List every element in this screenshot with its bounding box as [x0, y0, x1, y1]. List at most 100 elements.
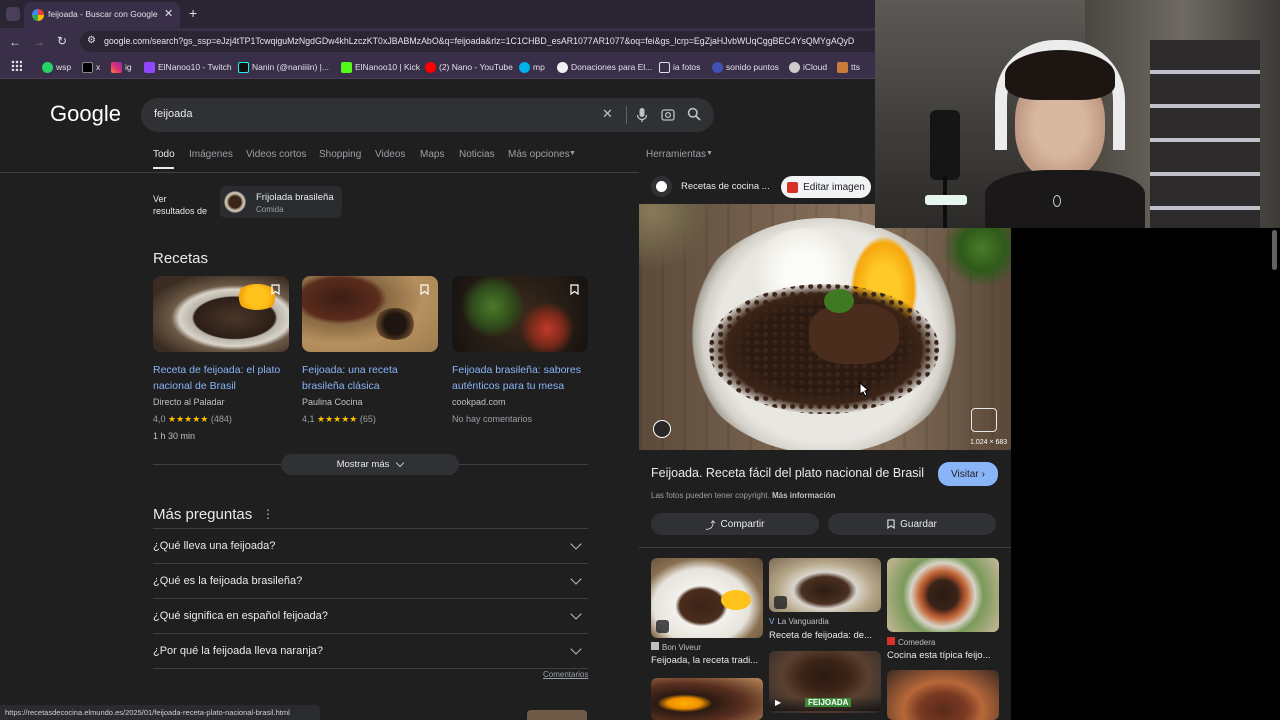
bookmark-label: iCloud	[803, 62, 828, 72]
related-image[interactable]	[651, 558, 763, 638]
active-tab[interactable]: feijoada - Buscar con Google ✕	[24, 2, 180, 28]
bookmark-sonido[interactable]: sonido puntos	[712, 58, 779, 76]
tab-videos-cortos[interactable]: Videos cortos	[246, 149, 306, 160]
main-image[interactable]: 1.024 × 683	[639, 204, 1011, 450]
recipe-time: 1 h 30 min	[153, 431, 196, 441]
related-source: Bon Viveur	[651, 642, 701, 652]
related-title[interactable]: Feijoada, la receta tradi...	[651, 655, 758, 666]
bookmark-youtube[interactable]: (2) Nano - YouTube	[425, 58, 513, 76]
microphone-icon[interactable]	[636, 107, 648, 123]
question-row[interactable]: ¿Qué es la feijoada brasileña?	[153, 564, 588, 599]
save-button[interactable]: Guardar	[828, 513, 996, 535]
tab-close-icon[interactable]: ✕	[164, 7, 173, 20]
bookmark-x[interactable]: x	[82, 58, 100, 76]
related-image[interactable]: ▶ FEIJOADA	[769, 651, 881, 713]
tab-list-button[interactable]	[6, 7, 20, 21]
tab-todo[interactable]: Todo	[153, 149, 175, 160]
search-icon[interactable]	[687, 107, 701, 121]
recipe-badge-icon	[656, 620, 669, 633]
recipe-title[interactable]: Feijoada: una receta brasileña clásica	[302, 362, 438, 394]
herbs-left	[639, 204, 709, 274]
bookmark-donaciones[interactable]: Donaciones para El...	[557, 58, 652, 76]
paa-heading: Más preguntas	[153, 506, 253, 523]
source-icon: V	[769, 617, 775, 626]
apps-grid-icon[interactable]	[11, 60, 22, 71]
question-row[interactable]: ¿Qué significa en español feijoada?	[153, 599, 588, 634]
edit-image-button[interactable]: Editar imagen	[781, 176, 871, 198]
partial-result-image	[527, 710, 587, 720]
question-text: ¿Qué es la feijoada brasileña?	[153, 575, 303, 587]
copyright-text: Las fotos pueden tener copyright.	[651, 491, 770, 500]
site-info-icon[interactable]: ⚙	[87, 35, 96, 46]
bookmark-ig[interactable]: ig	[111, 58, 132, 76]
recipe-title[interactable]: Receta de feijoada: el plato nacional de…	[153, 362, 289, 394]
tools-button[interactable]: Herramientas	[646, 149, 706, 160]
panel-title[interactable]: Feijoada. Receta fácil del plato naciona…	[651, 466, 931, 480]
more-options-icon[interactable]: ⋮	[262, 507, 274, 521]
edit-image-label: Editar imagen	[803, 181, 865, 193]
source-name: Bon Viveur	[662, 643, 701, 652]
bookmark-icloud[interactable]: iCloud	[789, 58, 827, 76]
address-bar[interactable]: ⚙ google.com/search?gs_ssp=eJzj4tTP1Tcwq…	[80, 31, 875, 52]
search-box[interactable]: feijoada ✕	[141, 98, 714, 132]
bookmark-tts[interactable]: tts	[837, 58, 860, 76]
chevron-down-icon	[396, 458, 405, 468]
entity-chip[interactable]: Frijolada brasileña Comida	[220, 186, 342, 218]
review-count: (65)	[359, 414, 376, 424]
search-input[interactable]: feijoada	[154, 108, 193, 120]
bookmark-ia-fotos[interactable]: ia fotos	[659, 58, 700, 76]
reload-icon[interactable]: ↻	[57, 34, 67, 48]
bookmark-icon[interactable]	[570, 284, 579, 295]
back-icon[interactable]: ←	[9, 35, 21, 49]
chevron-right-icon: ›	[981, 468, 985, 480]
source-name[interactable]: Recetas de cocina ...	[681, 181, 770, 192]
bookmark-icon[interactable]	[420, 284, 429, 295]
bookmark-label: mp	[533, 62, 545, 72]
share-button[interactable]: ⤴ Compartir	[651, 513, 819, 535]
show-more-button[interactable]: Mostrar más	[281, 454, 459, 475]
related-image[interactable]	[651, 678, 763, 720]
recipe-card[interactable]: Feijoada: una receta brasileña clásica P…	[302, 276, 438, 436]
bookmark-twitch[interactable]: ElNanoo10 - Twitch	[144, 58, 232, 76]
comments-link[interactable]: Comentarios	[543, 670, 588, 679]
meat	[809, 304, 899, 364]
related-title[interactable]: Receta de feijoada: de...	[769, 630, 872, 641]
related-title[interactable]: Cocina esta típica feijo...	[887, 650, 991, 661]
new-tab-button[interactable]: +	[189, 5, 197, 21]
bookmark-icon[interactable]	[271, 284, 280, 295]
tabs-divider	[0, 172, 639, 173]
bean-spoon	[374, 308, 416, 340]
question-row[interactable]: ¿Por qué la feijoada lleva naranja?	[153, 634, 588, 669]
tab-noticias[interactable]: Noticias	[459, 149, 495, 160]
desktop-scrollbar[interactable]	[1272, 230, 1277, 270]
bookmark-kick[interactable]: ElNanoo10 | Kick	[341, 58, 420, 76]
related-image[interactable]	[887, 558, 999, 632]
question-row[interactable]: ¿Qué lleva una feijoada?	[153, 529, 588, 564]
tab-maps[interactable]: Maps	[420, 149, 444, 160]
recipe-card[interactable]: Feijoada brasileña: sabores auténticos p…	[452, 276, 588, 436]
related-image[interactable]	[769, 558, 881, 612]
bookmark-wsp[interactable]: wsp	[42, 58, 71, 76]
related-image[interactable]	[887, 670, 999, 720]
tab-shopping[interactable]: Shopping	[319, 149, 361, 160]
recipe-image	[452, 276, 588, 352]
recipe-title[interactable]: Feijoada brasileña: sabores auténticos p…	[452, 362, 588, 394]
orange-slice	[721, 590, 751, 610]
visit-button[interactable]: Visitar ›	[938, 462, 998, 486]
lens-camera-icon[interactable]	[661, 108, 675, 122]
bookmark-tiktok[interactable]: Nanin (@naniiiin) |...	[238, 58, 329, 76]
tab-videos[interactable]: Videos	[375, 149, 405, 160]
lens-search-icon[interactable]	[653, 420, 671, 438]
copyright-notice: Las fotos pueden tener copyright. Más in…	[651, 491, 836, 500]
recipe-card[interactable]: Receta de feijoada: el plato nacional de…	[153, 276, 289, 446]
tab-imagenes[interactable]: Imágenes	[189, 149, 233, 160]
forward-icon[interactable]: →	[33, 35, 45, 49]
bookmark-mp[interactable]: mp	[519, 58, 545, 76]
tts-icon	[837, 61, 848, 73]
chevron-down-icon	[570, 643, 582, 655]
tab-mas-opciones[interactable]: Más opciones	[508, 149, 570, 160]
google-logo[interactable]: Google	[50, 101, 121, 127]
star-icon: ★★★★★	[168, 414, 209, 424]
clear-icon[interactable]: ✕	[602, 106, 613, 122]
more-info-link[interactable]: Más información	[772, 491, 836, 500]
